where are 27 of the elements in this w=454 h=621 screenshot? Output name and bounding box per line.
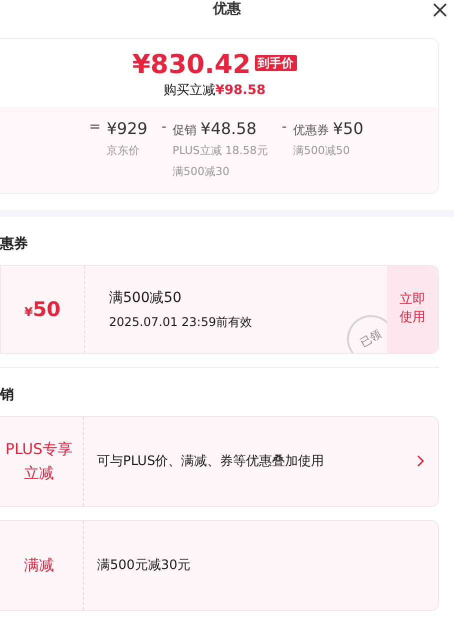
promotion-tag: PLUS专享立减 (3, 437, 75, 486)
term-label: 优惠券 (292, 122, 329, 139)
saving-amount: ¥98.58 (215, 83, 266, 98)
coupon-condition: 满500减50 (109, 288, 183, 308)
saving-label: 购买立减 (163, 83, 216, 98)
term-amount: ¥929 (106, 118, 148, 140)
term-note: PLUS立减 18.58元 (172, 143, 268, 159)
operator-text: - (161, 118, 167, 137)
final-price: ¥830.42 (132, 50, 251, 80)
promotion-text: 可与PLUS价、满减、券等优惠叠加使用 (96, 452, 326, 471)
term-note: 满500减50 (292, 143, 351, 159)
price-tag: 到手价 (254, 55, 297, 71)
operator-text: = (89, 118, 101, 137)
term-note: 满500减30 (172, 164, 231, 180)
coupon-validity: 2025.07.01 23:59前有效 (109, 314, 254, 331)
dialog-title: 优惠 (213, 1, 241, 18)
use-now-button[interactable]: 立即使用 (387, 266, 438, 353)
term-note: 京东价 (106, 143, 141, 159)
coupon-value: ¥50 (24, 296, 61, 324)
promotion-text: 满500元减30元 (96, 556, 192, 575)
operator-text: - (282, 118, 287, 137)
term-amount: ¥48.58 (200, 118, 256, 140)
term-label: 促销 (172, 122, 197, 139)
term-amount: ¥50 (332, 118, 364, 140)
close-icon[interactable] (432, 2, 448, 18)
chevron-right-icon[interactable] (416, 455, 424, 468)
promotion-tag: 满减 (3, 553, 75, 578)
